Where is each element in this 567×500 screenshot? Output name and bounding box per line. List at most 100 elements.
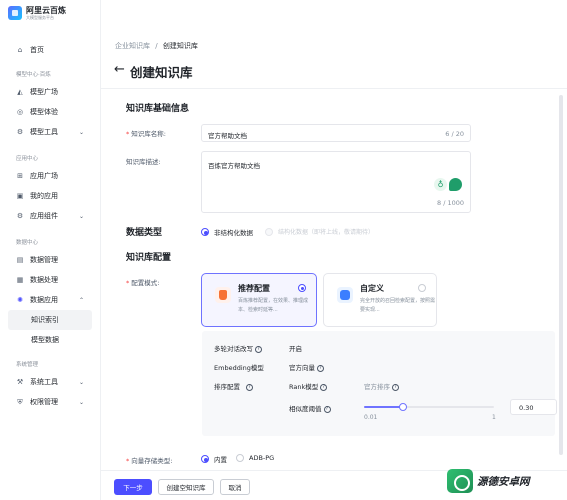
slider-max-label: 1	[492, 414, 496, 421]
create-empty-kb-button[interactable]: 创建空知识库	[158, 479, 214, 495]
similarity-slider[interactable]	[364, 403, 494, 411]
card-custom-title: 自定义	[360, 284, 384, 293]
radio-dot	[236, 454, 244, 462]
database-icon: ▤	[16, 256, 24, 264]
help-icon[interactable]: ?	[246, 383, 253, 391]
chevron-down-icon: ⌄	[78, 398, 84, 406]
sidebar-item-system-tools[interactable]: ⚒ 系统工具 ⌄	[0, 372, 100, 392]
required-mark: *	[126, 457, 130, 465]
radio-dot	[201, 455, 209, 463]
breadcrumb-current: 创建知识库	[162, 42, 198, 50]
app-components-icon: ⚙	[16, 212, 24, 220]
help-icon[interactable]: ?	[392, 383, 399, 391]
radio-adb-pg[interactable]: ADB-PG	[236, 454, 274, 462]
card-recommended-config[interactable]: 推荐配置 百炼推荐配置，在效果、推理成本、检索时延等...	[201, 273, 317, 327]
watermark: 源德安卓网	[447, 466, 565, 496]
rank-config-label: 排序配置?	[214, 381, 253, 391]
kb-desc-label: 知识库描述:	[126, 158, 161, 166]
brand-title: 阿里云百炼	[26, 6, 66, 15]
help-icon[interactable]: ?	[323, 405, 331, 413]
sidebar-item-permission-management[interactable]: ⛨ 权限管理 ⌄	[0, 392, 100, 412]
kb-desc-counter: 8 / 1000	[437, 199, 464, 207]
chevron-down-icon: ⌄	[78, 378, 84, 386]
sidebar-item-data-application[interactable]: ✺ 数据应用 ⌃	[0, 290, 100, 310]
similarity-label: 相似度阈值?	[289, 403, 331, 413]
radio-structured: 结构化数据（即将上线，敬请期待）	[265, 227, 374, 236]
section-data-type-title: 数据类型	[126, 228, 163, 238]
sidebar-item-data-processing[interactable]: ▦ 数据处理	[0, 270, 100, 290]
vector-store-label: * 向量存储类型:	[126, 457, 173, 465]
data-processing-icon: ▦	[16, 276, 24, 284]
sidebar-group-data: 数据中心	[16, 240, 39, 246]
home-icon: ⌂	[17, 46, 23, 54]
chevron-down-icon: ⌄	[78, 128, 84, 136]
embedding-value: 官方向量?	[289, 362, 324, 372]
system-tools-icon: ⚒	[16, 378, 24, 386]
radio-unstructured[interactable]: 非结构化数据	[201, 227, 253, 237]
config-mode-label: * 配置模式:	[126, 279, 160, 287]
lightbulb-icon[interactable]: ♁	[434, 178, 447, 191]
radio-builtin[interactable]: 内置	[201, 454, 227, 464]
page-title: 创建知识库	[130, 65, 193, 80]
cancel-button[interactable]: 取消	[220, 479, 250, 495]
sidebar-group-app: 应用中心	[16, 156, 39, 162]
chat-bubble-icon[interactable]	[449, 178, 462, 191]
sidebar-item-model-experience[interactable]: ◎ 模型体验	[0, 102, 100, 122]
help-icon[interactable]: ?	[320, 383, 328, 391]
help-icon[interactable]: ?	[255, 345, 262, 353]
brand-logo[interactable]: 阿里云百炼 大模型服务平台	[8, 6, 66, 21]
sidebar: 阿里云百炼 大模型服务平台 ⌂ 首页 模型中心·百炼 ◭ 模型广场 ◎ 模型体验…	[0, 0, 101, 500]
app-plaza-icon: ⊞	[17, 172, 23, 180]
similarity-input[interactable]: 0.30	[510, 399, 557, 415]
help-icon[interactable]: ?	[317, 364, 324, 372]
app: 阿里云百炼 大模型服务平台 ⌂ 首页 模型中心·百炼 ◭ 模型广场 ◎ 模型体验…	[0, 0, 567, 500]
section-basic-info-title: 知识库基础信息	[126, 104, 190, 114]
sidebar-group-model: 模型中心·百炼	[16, 72, 51, 78]
multi-turn-label: 多轮对话改写?	[214, 343, 262, 353]
sidebar-item-model-data[interactable]: 模型数据	[0, 330, 100, 350]
watermark-text: 源德安卓网	[477, 475, 530, 488]
custom-database-icon	[337, 287, 353, 303]
shield-icon: ⛨	[17, 397, 23, 406]
card-radio	[298, 284, 306, 292]
kb-name-value: 官方帮助文档	[208, 132, 247, 140]
radio-dot	[201, 228, 209, 236]
rank-model-value[interactable]: 官方排序?	[364, 381, 399, 391]
sidebar-item-app-plaza[interactable]: ⊞ 应用广场	[0, 166, 100, 186]
section-config-title: 知识库配置	[126, 253, 172, 263]
breadcrumb-separator: /	[155, 42, 158, 50]
sidebar-item-model-plaza[interactable]: ◭ 模型广场	[0, 82, 100, 102]
required-mark: *	[126, 130, 130, 138]
sidebar-item-home[interactable]: ⌂ 首页	[0, 40, 100, 60]
sidebar-item-knowledge-index[interactable]: 知识索引	[8, 310, 92, 330]
kb-name-input[interactable]: 官方帮助文档 6 / 20	[201, 124, 471, 142]
data-application-icon: ✺	[17, 296, 23, 304]
sidebar-item-data-management[interactable]: ▤ 数据管理	[0, 250, 100, 270]
breadcrumb: 企业知识库 / 创建知识库	[115, 41, 198, 51]
scrollbar[interactable]	[559, 95, 563, 455]
my-apps-icon: ▣	[16, 192, 24, 200]
embedding-label: Embedding模型	[214, 364, 264, 372]
kb-name-label: * 知识库名称:	[126, 130, 166, 138]
sidebar-item-my-apps[interactable]: ▣ 我的应用	[0, 186, 100, 206]
sidebar-item-model-tools[interactable]: ⚙ 模型工具 ⌄	[0, 122, 100, 142]
rank-model-label: Rank模型?	[289, 381, 328, 391]
radio-dot	[265, 227, 273, 236]
chevron-up-icon: ⌃	[78, 296, 84, 304]
card-custom-config[interactable]: 自定义 完全开放的召回检索配置，按照需要实现...	[323, 273, 437, 327]
assistant-icons[interactable]: ♁	[434, 178, 462, 191]
recommend-hand-icon	[215, 287, 231, 303]
sidebar-group-system: 系统管理	[16, 362, 39, 368]
sidebar-item-app-components[interactable]: ⚙ 应用组件 ⌄	[0, 206, 100, 226]
model-tools-icon: ⚙	[16, 128, 24, 136]
watermark-logo-icon	[447, 469, 473, 493]
kb-desc-textarea[interactable]: 百炼官方帮助文档 ♁ 8 / 1000	[201, 151, 471, 213]
breadcrumb-parent[interactable]: 企业知识库	[115, 42, 150, 50]
sidebar-nav: ⌂ 首页 模型中心·百炼 ◭ 模型广场 ◎ 模型体验 ⚙ 模型工具 ⌄ 应用中心…	[0, 40, 100, 412]
slider-handle[interactable]	[399, 403, 407, 411]
back-arrow-icon[interactable]: ←	[114, 62, 125, 77]
card-custom-desc: 完全开放的召回检索配置，按照需要实现...	[360, 298, 436, 313]
model-plaza-icon: ◭	[17, 88, 23, 96]
card-recommended-title: 推荐配置	[238, 284, 270, 293]
next-button[interactable]: 下一步	[114, 479, 152, 495]
